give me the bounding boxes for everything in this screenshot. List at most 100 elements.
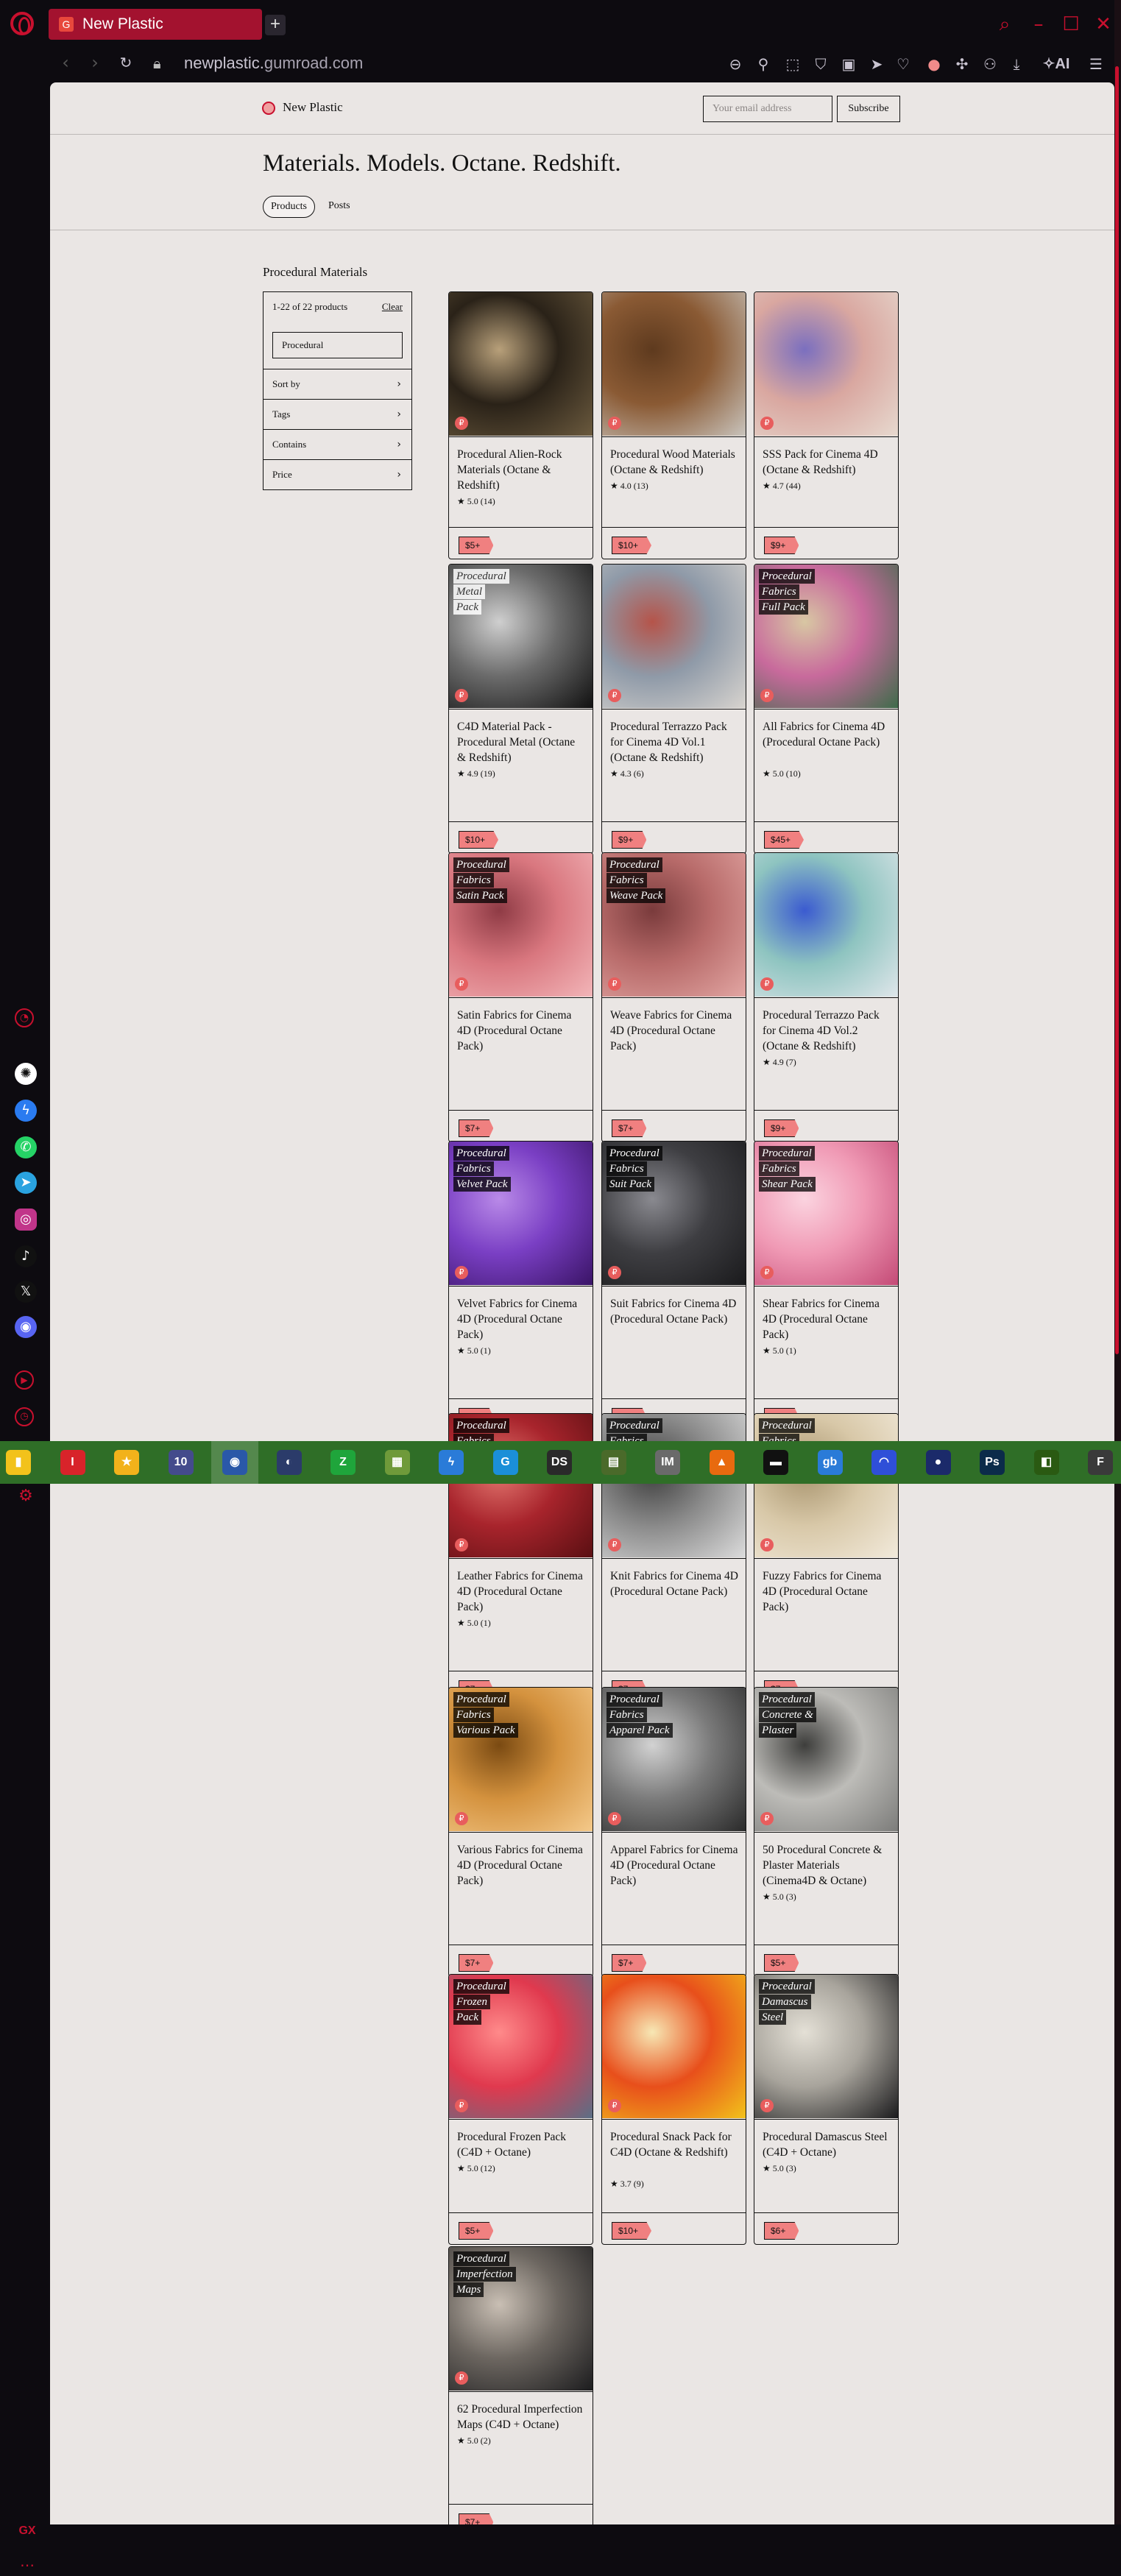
product-card[interactable]: ₽ Procedural Snack Pack for C4D (Octane &… bbox=[601, 1974, 746, 2245]
media-app-icon[interactable]: 10 bbox=[168, 1450, 194, 1475]
filter-contains[interactable]: Contains › bbox=[264, 429, 411, 459]
product-title[interactable]: Procedural Damascus Steel (C4D + Octane) bbox=[763, 2129, 891, 2160]
heart-icon[interactable]: ♡ bbox=[892, 53, 914, 75]
product-thumbnail[interactable]: Procedural Fabrics Shear Pack ₽ bbox=[754, 1142, 898, 1285]
tab-products[interactable]: Products bbox=[263, 196, 315, 218]
product-title[interactable]: Fuzzy Fabrics for Cinema 4D (Procedural … bbox=[763, 1568, 891, 1615]
product-title[interactable]: All Fabrics for Cinema 4D (Procedural Oc… bbox=[763, 719, 891, 750]
app-red-icon[interactable]: I bbox=[60, 1450, 85, 1475]
more-icon[interactable]: ⋯ bbox=[16, 2554, 38, 2576]
subscribe-button[interactable]: Subscribe bbox=[837, 96, 900, 122]
url-field[interactable]: newplastic.gumroad.com bbox=[184, 53, 363, 74]
product-thumbnail[interactable]: Procedural Imperfection Maps ₽ bbox=[449, 2247, 593, 2391]
discord-icon[interactable]: ◉ bbox=[15, 1316, 37, 1338]
product-title[interactable]: Weave Fabrics for Cinema 4D (Procedural … bbox=[610, 1008, 739, 1054]
blob-app-icon[interactable]: ● bbox=[925, 1450, 951, 1475]
daz-studio-icon[interactable]: DS bbox=[547, 1450, 572, 1475]
product-card[interactable]: Procedural Fabrics Satin Pack ₽ Satin Fabric… bbox=[448, 852, 593, 1142]
whatsapp-icon[interactable]: ✆ bbox=[15, 1136, 37, 1158]
product-thumbnail[interactable]: Procedural Fabrics Weave Pack ₽ bbox=[602, 853, 746, 997]
creator-avatar-icon[interactable] bbox=[262, 102, 275, 115]
file-explorer-icon[interactable]: ▮ bbox=[6, 1450, 31, 1475]
product-card[interactable]: ₽ Procedural Terrazzo Pack for Cinema 4D … bbox=[601, 564, 746, 854]
product-card[interactable]: Procedural Imperfection Maps ₽62 Procedural… bbox=[448, 2246, 593, 2524]
product-thumbnail[interactable]: ProceduralFabricsLeather Pack₽ bbox=[449, 1414, 593, 1557]
product-card[interactable]: Procedural Concrete & Plaster ₽50 Procedura… bbox=[754, 1687, 899, 1977]
product-card[interactable]: ₽ Procedural Wood Materials (Octane & Red… bbox=[601, 291, 746, 559]
product-thumbnail[interactable]: Procedural Concrete & Plaster ₽ bbox=[754, 1688, 898, 1831]
product-title[interactable]: Procedural Terrazzo Pack for Cinema 4D V… bbox=[610, 719, 739, 765]
tab-new-plastic[interactable]: G New Plastic bbox=[49, 9, 262, 40]
arc-app-icon[interactable]: ◠ bbox=[871, 1450, 897, 1475]
send-icon[interactable]: ➤ bbox=[866, 53, 888, 75]
product-thumbnail[interactable]: ₽ bbox=[449, 292, 593, 436]
product-card[interactable]: ₽ Procedural Alien-Rock Materials (Octane… bbox=[448, 291, 593, 559]
product-thumbnail[interactable]: ProceduralFabricsFuzzy Pack₽ bbox=[754, 1414, 898, 1557]
speed-dial-icon[interactable]: ◔ bbox=[15, 1008, 34, 1027]
wallet-icon[interactable]: ▣ bbox=[838, 53, 860, 75]
download-icon[interactable]: ⤓ bbox=[1005, 53, 1028, 75]
product-thumbnail[interactable]: ₽ bbox=[602, 292, 746, 436]
product-thumbnail[interactable]: Procedural Fabrics Various Pack ₽ bbox=[449, 1688, 593, 1831]
shield-icon[interactable]: ⛉ bbox=[810, 53, 832, 75]
product-card[interactable]: Procedural Damascus Steel ₽ Procedural Damas… bbox=[754, 1974, 899, 2245]
active-app-icon[interactable]: ◉ bbox=[222, 1450, 247, 1475]
product-thumbnail[interactable]: Procedural Frozen Pack ₽ bbox=[449, 1975, 593, 2118]
filter-search-input[interactable]: Procedural bbox=[272, 332, 403, 358]
puzzle-icon[interactable]: ✣ bbox=[951, 53, 973, 75]
map-app-icon[interactable]: ▦ bbox=[384, 1450, 410, 1475]
product-title[interactable]: Suit Fabrics for Cinema 4D (Procedural O… bbox=[610, 1296, 739, 1327]
product-card[interactable]: Procedural Fabrics Apparel Pack ₽ Apparel Fa… bbox=[601, 1687, 746, 1977]
product-title[interactable]: Procedural Terrazzo Pack for Cinema 4D V… bbox=[763, 1008, 891, 1054]
product-thumbnail[interactable]: Procedural Fabrics Full Pack ₽ bbox=[754, 565, 898, 708]
maximize-icon[interactable]: ☐ bbox=[1060, 13, 1082, 35]
z-app-icon[interactable]: Z bbox=[330, 1450, 356, 1475]
product-title[interactable]: Shear Fabrics for Cinema 4D (Procedural … bbox=[763, 1296, 891, 1342]
product-title[interactable]: Procedural Snack Pack for C4D (Octane & … bbox=[610, 2129, 739, 2160]
vlc-icon[interactable]: ▲ bbox=[709, 1450, 735, 1475]
gx-logo-icon[interactable]: GX bbox=[16, 2520, 38, 2542]
product-card[interactable]: Procedural Fabrics Shear Pack ₽ Shear Fabric… bbox=[754, 1141, 899, 1431]
bolt-app-icon[interactable]: ϟ bbox=[439, 1450, 464, 1475]
product-title[interactable]: Procedural Alien-Rock Materials (Octane … bbox=[457, 447, 586, 493]
x-icon[interactable]: 𝕏 bbox=[15, 1281, 37, 1303]
product-card[interactable]: Procedural Fabrics Weave Pack ₽ Weave Fabric… bbox=[601, 852, 746, 1142]
zoom-out-icon[interactable]: ⊖ bbox=[724, 53, 746, 75]
search-tabs-icon[interactable]: ⌕ bbox=[994, 13, 1016, 35]
product-thumbnail[interactable]: Procedural Fabrics Apparel Pack ₽ bbox=[602, 1688, 746, 1831]
product-title[interactable]: Various Fabrics for Cinema 4D (Procedura… bbox=[457, 1842, 586, 1889]
filter-tags[interactable]: Tags › bbox=[264, 399, 411, 429]
product-title[interactable]: Velvet Fabrics for Cinema 4D (Procedural… bbox=[457, 1296, 586, 1342]
snapshot-icon[interactable]: ⬚ bbox=[782, 53, 804, 75]
product-title[interactable]: SSS Pack for Cinema 4D (Octane & Redshif… bbox=[763, 447, 891, 478]
terminal-icon[interactable]: ▬ bbox=[763, 1450, 788, 1475]
instagram-icon[interactable]: ◎ bbox=[15, 1209, 37, 1231]
messenger-icon[interactable]: ϟ bbox=[15, 1100, 37, 1122]
filter-sort-by[interactable]: Sort by › bbox=[264, 369, 411, 399]
aria-ai-button[interactable]: ✧AI bbox=[1038, 53, 1075, 75]
tab-posts[interactable]: Posts bbox=[321, 196, 358, 218]
product-thumbnail[interactable]: Procedural Damascus Steel ₽ bbox=[754, 1975, 898, 2118]
reload-icon[interactable]: ↻ bbox=[115, 52, 137, 74]
logitech-icon[interactable]: G bbox=[492, 1450, 518, 1475]
product-card[interactable]: Procedural Fabrics Full Pack ₽ All Fabrics f… bbox=[754, 564, 899, 854]
product-thumbnail[interactable]: Procedural Fabrics Suit Pack ₽ bbox=[602, 1142, 746, 1285]
pin-icon[interactable]: ⚲ bbox=[752, 53, 774, 75]
product-thumbnail[interactable]: ProceduralFabricsKnit Pack₽ bbox=[602, 1414, 746, 1557]
product-thumbnail[interactable]: ₽ bbox=[602, 1975, 746, 2118]
product-card[interactable]: ₽ SSS Pack for Cinema 4D (Octane & Redshi… bbox=[754, 291, 899, 559]
new-tab-button[interactable]: + bbox=[265, 15, 286, 35]
product-title[interactable]: Procedural Wood Materials (Octane & Reds… bbox=[610, 447, 739, 478]
creator-name[interactable]: New Plastic bbox=[283, 100, 343, 115]
photoshop-icon[interactable]: Ps bbox=[980, 1450, 1005, 1475]
cinema4d-icon[interactable]: ◐ bbox=[276, 1450, 302, 1475]
product-thumbnail[interactable]: ₽ bbox=[754, 292, 898, 436]
profile-icon[interactable]: ⚇ bbox=[979, 53, 1001, 75]
star-app-icon[interactable]: ★ bbox=[114, 1450, 139, 1475]
settings-icon[interactable]: ⚙ bbox=[15, 1485, 37, 1507]
close-window-icon[interactable]: ✕ bbox=[1092, 13, 1114, 35]
product-title[interactable]: Leather Fabrics for Cinema 4D (Procedura… bbox=[457, 1568, 586, 1615]
filter-price[interactable]: Price › bbox=[264, 459, 411, 489]
nvidia-icon[interactable]: ◧ bbox=[1033, 1450, 1059, 1475]
product-title[interactable]: Procedural Frozen Pack (C4D + Octane) bbox=[457, 2129, 586, 2160]
